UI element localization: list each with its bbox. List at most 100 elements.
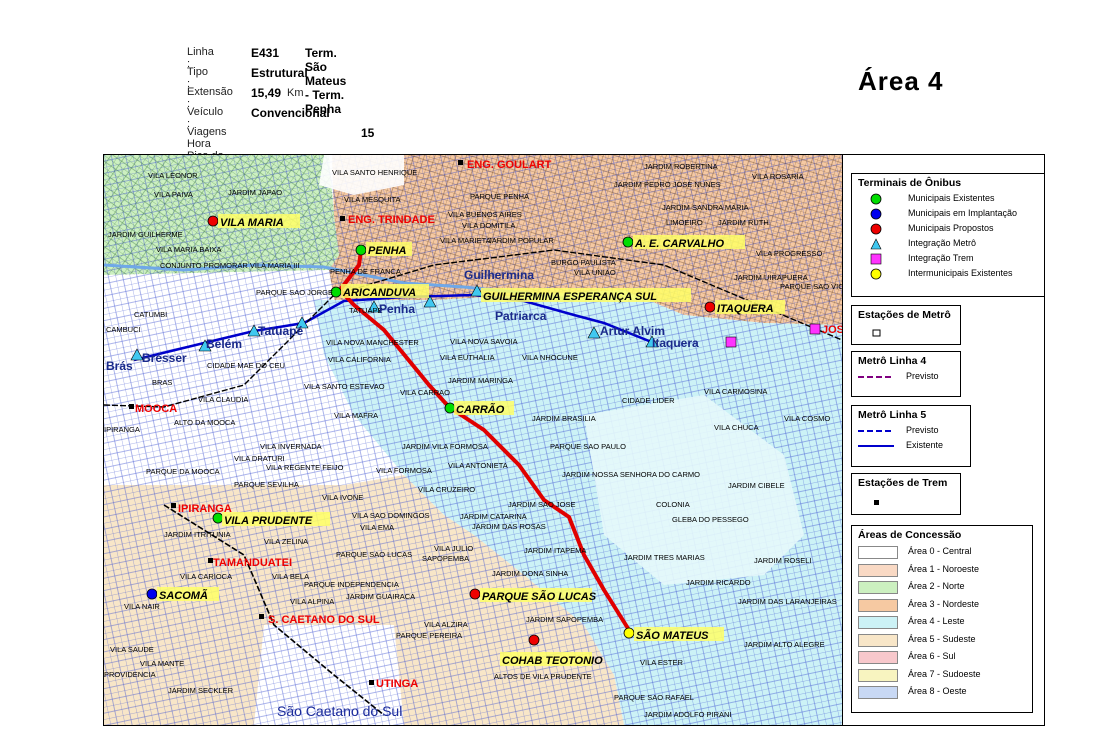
train-station-icon	[171, 503, 176, 508]
nb-63: VILA EMA	[360, 523, 394, 532]
nb-2: VILA MESQUITA	[344, 195, 401, 204]
terminal-cohab-teotonio[interactable]	[528, 634, 540, 646]
legend-metro4: Metrô Linha 4 Previsto	[851, 351, 961, 397]
nb-0: VILA SANTO HENRIQUE	[332, 168, 417, 177]
train-station-icon	[259, 614, 264, 619]
legend-area-item: Área 2 - Norte	[852, 578, 1032, 596]
terminal-vila-maria[interactable]	[207, 215, 219, 227]
terminal-sacoma[interactable]	[146, 588, 158, 600]
terminal-penha[interactable]	[355, 244, 367, 256]
nb-42: VILA COSMO	[784, 414, 830, 423]
nb-72: VILA CARIOCA	[180, 572, 232, 581]
nb-51: VILA ANTONIETA	[448, 461, 508, 470]
nb-93: BRAS	[152, 378, 172, 387]
metro-station-icon	[872, 329, 881, 337]
train-station-icon	[129, 404, 134, 409]
nb-6: JARDIM POPULAR	[488, 236, 554, 245]
label-sacoma: SACOMÃ	[159, 589, 208, 602]
area-swatch	[858, 563, 898, 577]
terminal-ae-carvalho[interactable]	[622, 236, 634, 248]
nb-66: JARDIM ITAPEMA	[524, 546, 586, 555]
nb-3: VILA BUENOS AIRES	[448, 210, 522, 219]
area-swatch	[858, 668, 898, 682]
legend-label: Previsto	[906, 371, 939, 381]
legend-area-item: Área 1 - Noroeste	[852, 561, 1032, 579]
legend-trem-title: Estações de Trem	[858, 477, 948, 489]
label-aricanduva: ARICANDUVA	[342, 287, 416, 299]
dashed-purple-line-icon	[858, 376, 894, 378]
nb-40: JARDIM BRASILIA	[532, 414, 596, 423]
nb-49: VILA REGENTE FEIJO	[266, 463, 344, 472]
nb-21: JARDIM GUILHERME	[108, 230, 183, 239]
area-label: Área 4 - Leste	[908, 616, 965, 626]
nb-45: VILA INVERNADA	[260, 442, 322, 451]
area-swatch	[858, 616, 898, 629]
nb-4: VILA DOMITILA	[462, 221, 515, 230]
terminal-itaquera[interactable]	[704, 301, 716, 313]
nb-88: JARDIM SECKLER	[168, 686, 234, 695]
nb-7: BURGO PAULISTA	[551, 258, 616, 267]
nb-17: PARQUE SAO VICENTE	[780, 282, 842, 291]
legend-area-item: Área 8 - Oeste	[852, 683, 1032, 701]
cyan-triangle-icon	[870, 238, 882, 250]
legend-item: Intermunicipais Existentes	[852, 266, 1044, 281]
area-swatch	[858, 651, 898, 664]
metro-label-patriarca: Patriarca	[495, 309, 547, 323]
nb-43: VILA CLAUDIA	[198, 395, 248, 404]
nb-61: VILA SAO DOMINGOS	[352, 511, 430, 520]
terminal-parque-sao-lucas[interactable]	[469, 588, 481, 600]
nb-28: VILA NOVA MANCHESTER	[326, 338, 419, 347]
label-carrao: CARRÃO	[456, 403, 505, 416]
train-label-jose: JOS	[822, 324, 842, 336]
length-value: 15,49	[251, 86, 282, 100]
vehicle-value: Convencional	[251, 106, 330, 120]
nb-89: ALTOS DE VILA PRUDENTE	[494, 672, 592, 681]
train-label-mooca: MOOCA	[135, 403, 177, 415]
nb-29: VILA NOVA SAVOIA	[450, 337, 518, 346]
area-swatch	[858, 581, 898, 594]
type-value: Estrutural	[251, 66, 308, 80]
train-label-ipiranga: IPIRANGA	[178, 503, 232, 515]
route-map[interactable]: VILA SANTO HENRIQUE PARQUE PENHA VILA ME…	[104, 155, 842, 725]
legend-label: Municipais Existentes	[908, 193, 995, 203]
nb-8: VILA UNIAO	[574, 268, 616, 277]
nb-82: JARDIM SAPOPEMBA	[526, 615, 603, 624]
label-guilhermina-esperanca: GUILHERMINA ESPERANÇA SUL	[483, 291, 657, 303]
label-sao-mateus: SÃO MATEUS	[636, 629, 709, 642]
area-label: Área 0 - Central	[908, 546, 972, 556]
nb-81: VILA ALZIRA	[424, 620, 468, 629]
nb-11: JARDIM PEDRO JOSE NUNES	[614, 180, 721, 189]
nb-74: PARQUE INDEPENDENCIA	[304, 580, 399, 589]
area-label: Área 6 - Sul	[908, 651, 956, 661]
legend-item: Integração Trem	[852, 251, 1044, 266]
nb-85: VILA ESTER	[640, 658, 684, 667]
nb-9: JARDIM ROBERTINA	[644, 162, 718, 171]
train-label-tamanduatei: TAMANDUATEI	[213, 557, 292, 569]
nb-92: CAMBUCI	[106, 325, 141, 334]
nb-84: JARDIM ALTO ALEGRE	[744, 640, 825, 649]
nb-91: JARDIM ADOLFO PIRANI	[644, 710, 732, 719]
train-label-eng-trindade: ENG. TRINDADE	[348, 214, 435, 226]
nb-37: VILA MAFRA	[334, 411, 378, 420]
nb-67: JARDIM TRES MARIAS	[624, 553, 705, 562]
terminal-carrao[interactable]	[444, 402, 456, 414]
area-swatch	[858, 598, 898, 612]
nb-1: PARQUE PENHA	[470, 192, 529, 201]
nb-12: JARDIM SANDRA MARIA	[662, 203, 749, 212]
nb-13: LIMOEIRO	[666, 218, 703, 227]
metro-label-guilhermina: Guilhermina	[464, 268, 534, 282]
legend-item: Previsto	[852, 369, 960, 384]
nb-39: VILA CARMOSINA	[704, 387, 767, 396]
legend-metro5: Metrô Linha 5 Previsto Existente	[851, 405, 971, 467]
legend-metro5-title: Metrô Linha 5	[858, 409, 927, 421]
legend-area-item: Área 7 - Sudoeste	[852, 666, 1032, 684]
nb-38: CIDADE LIDER	[622, 396, 675, 405]
legend-area-item: Área 6 - Sul	[852, 648, 1032, 666]
train-label-utinga: UTINGA	[376, 678, 418, 690]
nb-44: ALTO DA MOOCA	[174, 418, 235, 427]
metro-label-belem: Belém	[206, 337, 242, 351]
green-circle-icon	[870, 193, 882, 205]
train-integration-2-icon[interactable]	[809, 323, 821, 335]
train-integration-icon[interactable]	[725, 336, 737, 348]
terminal-sao-mateus[interactable]	[623, 627, 635, 639]
